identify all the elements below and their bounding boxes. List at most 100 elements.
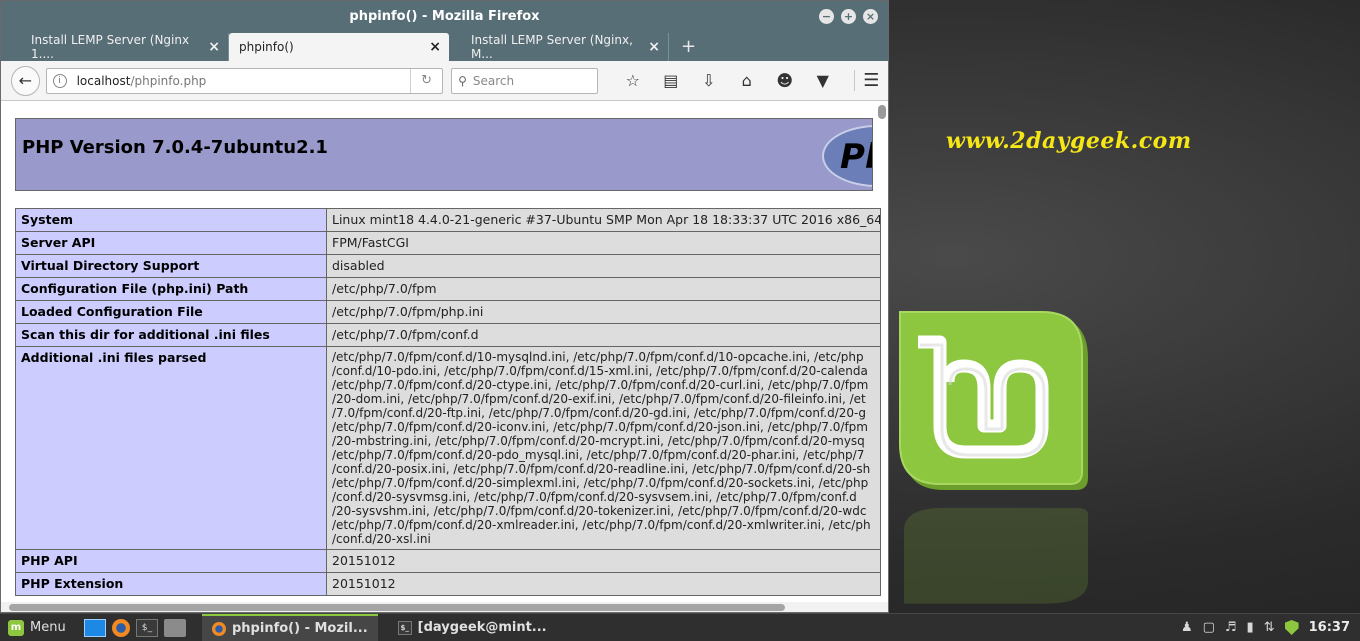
row-value: Linux mint18 4.4.0-21-generic #37-Ubuntu… [326,208,881,232]
table-row: Scan this dir for additional .ini files … [15,323,881,347]
row-value: /etc/php/7.0/fpm [326,277,881,301]
row-label: Loaded Configuration File [15,300,327,324]
tab-lemp-1[interactable]: Install LEMP Server (Nginx 1.... × [9,33,229,61]
mint-menu-icon: m [8,619,24,636]
php-info-table: System Linux mint18 4.4.0-21-generic #37… [15,208,881,596]
row-label: Server API [15,231,327,255]
task-label: phpinfo() - Mozil... [232,621,368,636]
table-row: PHP Extension 20151012 [15,572,881,596]
window-title: phpinfo() - Mozilla Firefox [349,8,540,24]
url-bar[interactable]: i localhost/phpinfo.php ↻ [45,67,444,94]
maximize-button[interactable]: + [841,9,856,24]
ini-line: /etc/php/7.0/fpm/conf.d/10-mysqlnd.ini, … [332,350,864,364]
row-label: Virtual Directory Support [15,254,327,278]
ini-line: /20-dom.ini, /etc/php/7.0/fpm/conf.d/20-… [332,392,866,406]
tab-close-icon[interactable]: × [208,39,220,55]
php-version-header: PHP Version 7.0.4-7ubuntu2.1 Ph [15,118,873,191]
horizontal-scrollbar[interactable] [1,602,888,612]
tab-label: phpinfo() [239,40,294,54]
row-value: /etc/php/7.0/fpm/conf.d [326,323,881,347]
minimize-button[interactable]: − [819,9,834,24]
row-label: Scan this dir for additional .ini files [15,323,327,347]
task-label: [daygeek@mint... [417,620,547,635]
hamburger-menu-icon[interactable]: ☰ [853,70,888,91]
home-icon[interactable]: ⌂ [728,71,766,90]
ini-line: /etc/php/7.0/fpm/conf.d/20-iconv.ini, /e… [332,420,868,434]
terminal-icon: $_ [397,620,412,635]
ini-line: /etc/php/7.0/fpm/conf.d/20-pdo_mysql.ini… [332,448,865,462]
search-input[interactable]: ⚲ Search [451,67,598,94]
taskbar-task-firefox[interactable]: phpinfo() - Mozil... [202,614,378,641]
pocket-icon[interactable]: ▼ [804,71,842,90]
tab-label: Install LEMP Server (Nginx 1.... [31,33,190,61]
back-button[interactable]: ← [11,65,40,96]
table-row: System Linux mint18 4.4.0-21-generic #37… [15,208,881,232]
php-logo-icon[interactable]: Ph [822,125,872,187]
site-info-icon[interactable]: i [52,73,67,88]
navigation-toolbar: ← i localhost/phpinfo.php ↻ ⚲ Search ☆ ▤… [1,61,888,101]
row-value: 20151012 [326,572,881,596]
start-menu-button[interactable]: m Menu [0,619,78,636]
ini-line: /conf.d/20-posix.ini, /etc/php/7.0/fpm/c… [332,462,871,476]
firefox-icon [212,621,226,636]
taskbar-task-terminal[interactable]: $_ [daygeek@mint... [388,614,557,641]
network-icon[interactable]: ⇅ [1264,620,1275,635]
tab-strip: Install LEMP Server (Nginx 1.... × phpin… [1,31,888,61]
tab-label: Install LEMP Server (Nginx, M... [471,33,633,61]
terminal-launcher-icon[interactable]: $_ [136,618,158,637]
table-row: Virtual Directory Support disabled [15,254,881,278]
search-placeholder: Search [472,73,515,88]
tab-close-icon[interactable]: × [429,39,441,55]
window-controls: − + × [819,9,878,24]
toolbar-icons: ☆ ▤ ⇩ ⌂ ☻ ▼ [614,71,842,90]
tab-lemp-2[interactable]: Install LEMP Server (Nginx, M... × [449,33,669,61]
php-version-title: PHP Version 7.0.4-7ubuntu2.1 [22,137,328,158]
table-row: PHP API 20151012 [15,549,881,573]
table-row: Loaded Configuration File /etc/php/7.0/f… [15,300,881,324]
new-tab-button[interactable]: + [669,33,708,61]
tab-phpinfo[interactable]: phpinfo() × [229,33,449,61]
url-path: /phpinfo.php [130,73,207,88]
ini-line: /etc/php/7.0/fpm/conf.d/20-ctype.ini, /e… [332,378,869,392]
taskbar: m Menu $_ phpinfo() - Mozil... $_ [dayge… [0,613,1360,641]
update-manager-shield-icon[interactable] [1284,620,1299,635]
row-value: disabled [326,254,881,278]
search-icon: ⚲ [458,73,467,88]
row-value: 20151012 [326,549,881,573]
php-logo-text: Ph [840,137,872,177]
firefox-launcher-icon[interactable] [112,618,130,637]
page-content[interactable]: PHP Version 7.0.4-7ubuntu2.1 Ph System L… [1,101,888,612]
ini-line: /20-mbstring.ini, /etc/php/7.0/fpm/conf.… [332,434,865,448]
reading-list-icon[interactable]: ▤ [652,71,690,90]
table-row-additional-ini: Additional .ini files parsed /etc/php/7.… [15,346,881,550]
system-tray: ♟ ▢ ♬ ▮ ⇅ 16:37 [1181,620,1360,635]
desktop-watermark: www.2daygeek.com [946,128,1192,154]
menu-label: Menu [30,620,66,635]
user-icon[interactable]: ♟ [1181,620,1193,635]
ini-line: /7.0/fpm/conf.d/20-ftp.ini, /etc/php/7.0… [332,406,866,420]
ini-line: /conf.d/10-pdo.ini, /etc/php/7.0/fpm/con… [332,364,868,378]
hello-chat-icon[interactable]: ☻ [766,71,804,90]
battery-icon[interactable]: ▮ [1247,620,1254,635]
linux-mint-logo-icon [899,311,1088,604]
ini-line: /conf.d/20-sysvmsg.ini, /etc/php/7.0/fpm… [332,490,857,504]
show-desktop-icon[interactable] [84,618,106,637]
vertical-scrollbar[interactable] [878,105,886,119]
ini-line: /conf.d/20-xsl.ini [332,532,431,546]
row-label: Configuration File (php.ini) Path [15,277,327,301]
table-row: Server API FPM/FastCGI [15,231,881,255]
files-launcher-icon[interactable] [164,618,186,637]
bookmark-star-icon[interactable]: ☆ [614,71,652,90]
arrow-left-icon: ← [18,70,32,90]
close-window-button[interactable]: × [863,9,878,24]
ini-line: /etc/php/7.0/fpm/conf.d/20-simplexml.ini… [332,476,869,490]
notifications-icon[interactable]: ▢ [1203,620,1215,635]
download-icon[interactable]: ⇩ [690,71,728,90]
window-titlebar[interactable]: phpinfo() - Mozilla Firefox − + × [1,1,888,31]
reload-icon[interactable]: ↻ [410,68,442,93]
clock[interactable]: 16:37 [1309,620,1350,635]
horizontal-scroll-thumb[interactable] [9,604,785,611]
table-row: Configuration File (php.ini) Path /etc/p… [15,277,881,301]
volume-icon[interactable]: ♬ [1225,620,1237,635]
tab-close-icon[interactable]: × [648,39,660,55]
